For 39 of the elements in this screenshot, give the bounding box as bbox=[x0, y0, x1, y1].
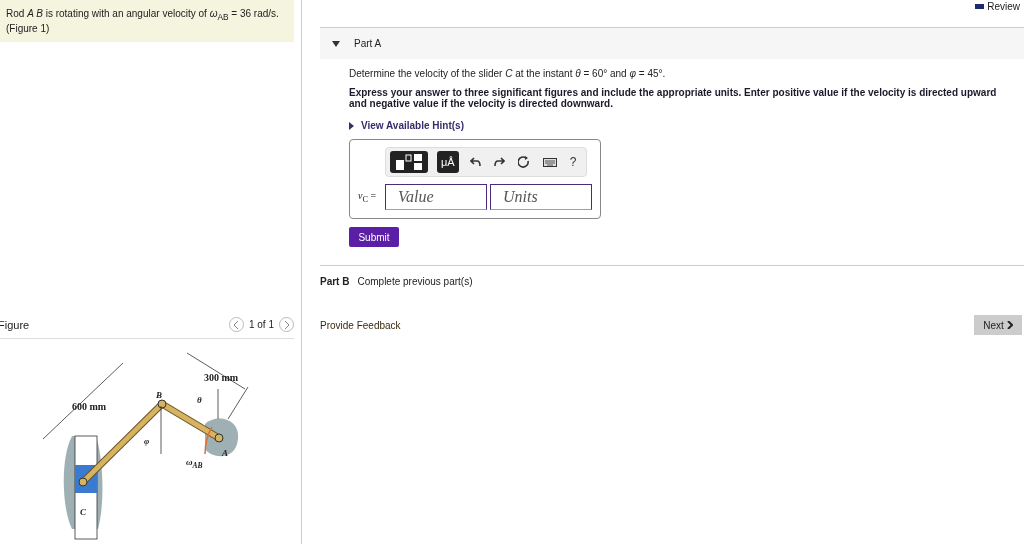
figure-link[interactable]: (Figure 1) bbox=[6, 23, 50, 35]
instructions-text: Express your answer to three significant figures and include the appropriate units. Enter positive value if the velocity is directed upward and negative value if the velocity is directed downward. bbox=[349, 87, 998, 109]
part-title: Part A bbox=[354, 38, 382, 49]
triangle-icon bbox=[349, 121, 354, 130]
undo-icon[interactable] bbox=[467, 157, 483, 167]
submit-button[interactable]: Submit bbox=[349, 227, 399, 247]
problem-text: Rod A B is rotating with an angular velocity of ω$_{AB}$ = 36 rad/s. bbox=[6, 8, 280, 23]
help-button[interactable]: ? bbox=[567, 155, 579, 169]
next-button[interactable]: Next bbox=[974, 315, 1022, 335]
keyboard-icon[interactable] bbox=[540, 157, 559, 167]
hint-link[interactable]: View Available Hint(s) bbox=[349, 120, 464, 131]
units-button[interactable]: μÅ bbox=[437, 151, 459, 173]
figure-label: B bbox=[156, 390, 162, 400]
question-text: Determine the velocity of the slider C at the instant θ = 60° and φ = 45°. bbox=[349, 68, 667, 79]
chevron-right-icon bbox=[283, 320, 290, 329]
caret-icon bbox=[332, 40, 340, 47]
part-header[interactable]: Part A bbox=[320, 27, 1024, 59]
review-link[interactable]: Review bbox=[975, 1, 1020, 12]
part-status: Complete previous part(s) bbox=[357, 276, 473, 287]
figure-label: 600 mm bbox=[72, 402, 107, 412]
previous-button[interactable] bbox=[228, 317, 244, 332]
page-counter: 1 of 1 bbox=[248, 319, 274, 330]
figure-label: φ bbox=[144, 436, 150, 446]
chevron-left-icon bbox=[233, 320, 240, 329]
figure-label: θ bbox=[197, 395, 202, 405]
chevron-right-icon bbox=[1006, 321, 1013, 329]
templates-button[interactable] bbox=[390, 151, 428, 173]
figure-label: A bbox=[222, 448, 228, 458]
units-field[interactable]: Units bbox=[490, 184, 592, 210]
reset-icon[interactable] bbox=[515, 156, 532, 168]
redo-icon[interactable] bbox=[491, 157, 507, 167]
answer-label: v$_{C}$ = bbox=[358, 190, 378, 204]
next-figure-button[interactable] bbox=[279, 317, 294, 332]
figure-label: C bbox=[80, 507, 86, 517]
feedback-link[interactable]: Provide Feedback bbox=[320, 319, 401, 331]
value-field[interactable]: Value bbox=[385, 184, 487, 210]
figure-label: ω$_{AB}$ bbox=[186, 457, 203, 471]
figure-label: 300 mm bbox=[204, 373, 239, 383]
part-title: Part B bbox=[320, 276, 350, 287]
